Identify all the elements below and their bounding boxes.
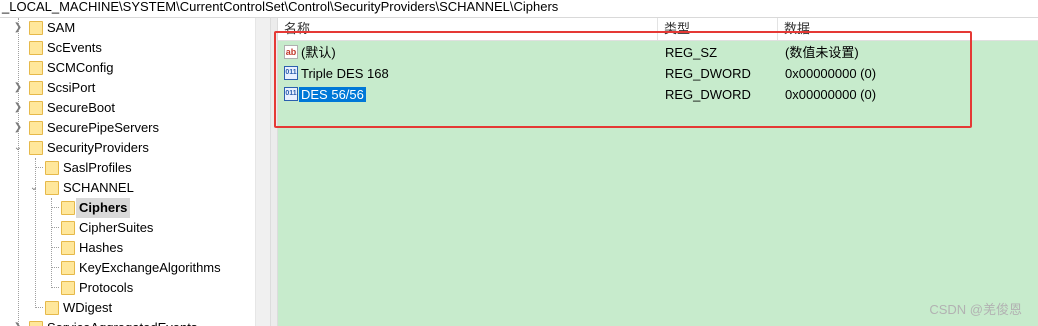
tree-node-sam[interactable]: ❯ SAM (0, 18, 255, 38)
tree-node-wdigest[interactable]: WDigest (0, 298, 255, 318)
chevron-right-icon[interactable]: ❯ (13, 78, 23, 98)
folder-icon (29, 141, 43, 155)
tree-scrollbar[interactable] (255, 18, 270, 326)
folder-icon (61, 221, 75, 235)
watermark: CSDN @羌俊恩 (929, 302, 1022, 317)
address-path: _LOCAL_MACHINE\SYSTEM\CurrentControlSet\… (2, 0, 559, 14)
tree-node-label: Hashes (79, 240, 124, 255)
tree-node-label: Protocols (79, 280, 134, 295)
folder-icon (61, 281, 75, 295)
folder-icon (29, 121, 43, 135)
tree-node-saslprofiles[interactable]: SaslProfiles (0, 158, 255, 178)
tree-node-scevents[interactable]: ScEvents (0, 38, 255, 58)
chevron-right-icon[interactable]: ❯ (13, 318, 23, 326)
chevron-right-icon[interactable]: ❯ (13, 98, 23, 118)
folder-icon (61, 201, 75, 215)
folder-icon (29, 21, 43, 35)
annotation-highlight-box (274, 31, 972, 128)
tree-node-protocols[interactable]: Protocols (0, 278, 255, 298)
tree-node-hashes[interactable]: Hashes (0, 238, 255, 258)
tree-node-label: SaslProfiles (63, 160, 132, 175)
tree-node-label: SCMConfig (47, 60, 114, 75)
tree-node-scmconfig[interactable]: SCMConfig (0, 58, 255, 78)
folder-icon (29, 321, 43, 326)
tree-node-securepipeservers[interactable]: ❯ SecurePipeServers (0, 118, 255, 138)
tree-node-label: ServiceAggregatedEvents (47, 318, 197, 326)
tree-node-label: ScsiPort (47, 80, 96, 95)
registry-key-tree[interactable]: ❯ SAM ScEvents SCMConfig ❯ ScsiPort ❯ Se… (0, 18, 255, 326)
tree-node-schannel[interactable]: ⌄ SCHANNEL (0, 178, 255, 198)
chevron-down-icon[interactable]: ⌄ (29, 178, 39, 198)
tree-node-label: SCHANNEL (63, 180, 134, 195)
chevron-right-icon[interactable]: ❯ (13, 118, 23, 138)
tree-node-label: SecureBoot (47, 100, 115, 115)
chevron-right-icon[interactable]: ❯ (13, 18, 23, 38)
tree-node-label: SAM (47, 20, 76, 35)
folder-icon (61, 261, 75, 275)
tree-node-secureboot[interactable]: ❯ SecureBoot (0, 98, 255, 118)
tree-node-ciphers[interactable]: Ciphers (0, 198, 255, 218)
folder-icon (29, 81, 43, 95)
tree-node-securityproviders[interactable]: ⌄ SecurityProviders (0, 138, 255, 158)
tree-node-keyexchangealgorithms[interactable]: KeyExchangeAlgorithms (0, 258, 255, 278)
folder-icon (45, 161, 59, 175)
tree-node-label: SecurityProviders (47, 140, 149, 155)
tree-node-label: CipherSuites (79, 220, 154, 235)
tree-node-label: WDigest (63, 300, 113, 315)
folder-icon (29, 41, 43, 55)
tree-node-label: Ciphers (76, 198, 131, 218)
tree-node-serviceaggregatedevents[interactable]: ❯ ServiceAggregatedEvents (0, 318, 255, 326)
chevron-down-icon[interactable]: ⌄ (13, 138, 23, 158)
folder-icon (45, 301, 59, 315)
tree-node-ciphersuites[interactable]: CipherSuites (0, 218, 255, 238)
folder-icon (29, 101, 43, 115)
tree-node-scsiport[interactable]: ❯ ScsiPort (0, 78, 255, 98)
tree-node-label: SecurePipeServers (47, 120, 159, 135)
folder-icon (61, 241, 75, 255)
tree-node-label: ScEvents (47, 40, 102, 55)
address-bar[interactable]: _LOCAL_MACHINE\SYSTEM\CurrentControlSet\… (0, 0, 1038, 18)
folder-icon (29, 61, 43, 75)
tree-node-label: KeyExchangeAlgorithms (79, 260, 221, 275)
folder-icon (45, 181, 59, 195)
